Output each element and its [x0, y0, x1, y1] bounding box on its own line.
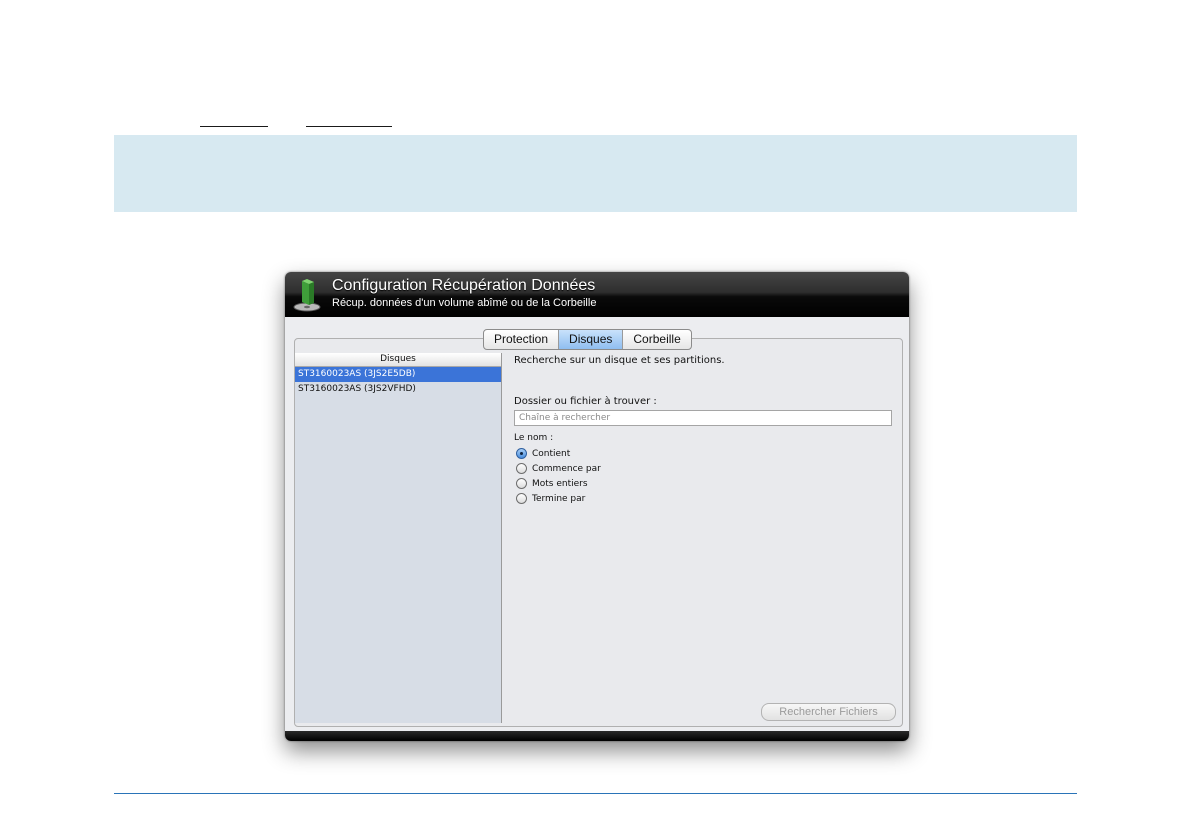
tab-disques[interactable]: Disques	[559, 330, 624, 349]
radio-commence-par[interactable]: Commence par	[516, 462, 601, 475]
search-files-button[interactable]: Rechercher Fichiers	[761, 703, 896, 721]
match-mode-label: Le nom :	[514, 433, 554, 443]
footer-divider	[114, 793, 1077, 794]
info-banner	[114, 135, 1077, 212]
radio-unselected-icon	[516, 478, 527, 489]
search-description: Recherche sur un disque et ses partition…	[514, 355, 725, 366]
radio-unselected-icon	[516, 493, 527, 504]
window-bottom-bar	[285, 731, 909, 741]
window-title: Configuration Récupération Données	[332, 277, 596, 294]
tab-bar: Protection Disques Corbeille	[483, 329, 692, 350]
search-input[interactable]	[514, 410, 892, 426]
app-window: Configuration Récupération Données Récup…	[285, 272, 909, 741]
radio-label: Contient	[532, 448, 571, 459]
disk-list-item[interactable]: ST3160023AS (3JS2E5DB)	[295, 367, 501, 382]
disk-list-header[interactable]: Disques	[295, 353, 501, 367]
radio-mots-entiers[interactable]: Mots entiers	[516, 477, 588, 490]
radio-label: Termine par	[532, 493, 586, 504]
data-recovery-disk-icon	[292, 278, 324, 316]
search-field-label: Dossier ou fichier à trouver :	[514, 396, 657, 407]
window-subtitle: Récup. données d'un volume abîmé ou de l…	[332, 297, 597, 309]
tab-corbeille[interactable]: Corbeille	[623, 330, 690, 349]
radio-label: Commence par	[532, 463, 601, 474]
page-link[interactable]	[306, 112, 392, 127]
radio-selected-icon	[516, 448, 527, 459]
radio-termine-par[interactable]: Termine par	[516, 492, 585, 505]
radio-label: Mots entiers	[532, 478, 588, 489]
tab-protection[interactable]: Protection	[484, 330, 560, 349]
page-link[interactable]	[200, 112, 268, 127]
disk-list: Disques ST3160023AS (3JS2E5DB) ST3160023…	[295, 353, 502, 723]
radio-unselected-icon	[516, 463, 527, 474]
radio-contient[interactable]: Contient	[516, 447, 570, 460]
title-bar: Configuration Récupération Données Récup…	[285, 272, 909, 317]
disk-list-item[interactable]: ST3160023AS (3JS2VFHD)	[295, 382, 501, 397]
